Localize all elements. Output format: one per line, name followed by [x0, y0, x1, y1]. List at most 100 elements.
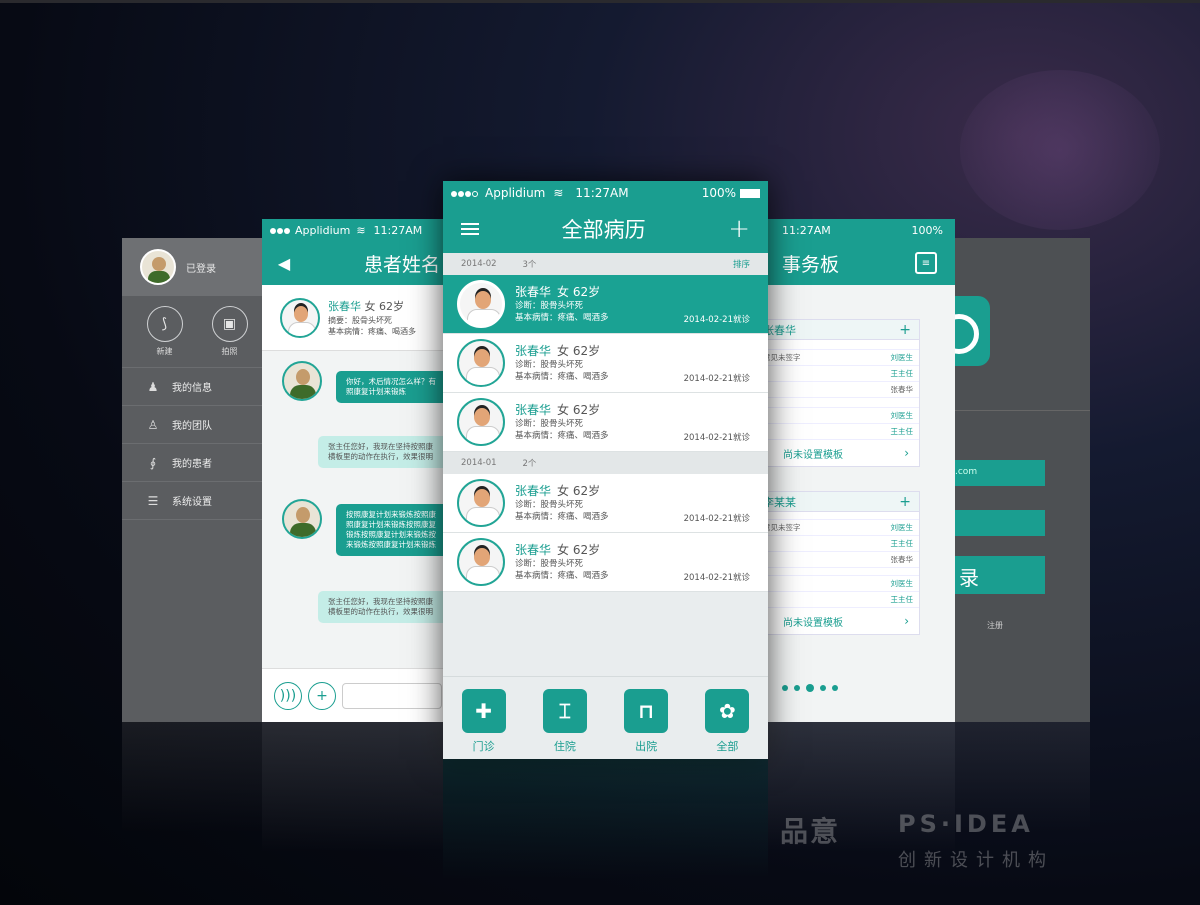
chat-screen: Applidium ≋ 11:27AM ◀ 患者姓名 张春华 女 62岁 摘要：… [262, 219, 452, 722]
doctor-avatar [282, 361, 322, 401]
user-icon: ♟ [147, 379, 159, 394]
background-glow [960, 70, 1160, 230]
photo-button[interactable]: ▣ 拍照 [211, 306, 248, 361]
status-bar: Applidium ≋ 11:27AM 100% [443, 181, 768, 205]
add-icon[interactable]: + [308, 681, 336, 710]
record-condition: 基本病情：疼痛、喝酒多 [515, 430, 609, 441]
chat-title: 患者姓名 [364, 253, 441, 276]
task-row-person: 王主任 [890, 427, 914, 436]
reflection [122, 722, 262, 832]
chat-input-bar: ))) + [262, 668, 452, 722]
task-row-person: 刘医生 [890, 579, 914, 588]
bottom-tab-bar: ✚ 门诊 ⌶ 住院 ⊓ 出院 ✿ 全部 [443, 676, 768, 759]
task-row-person: 刘医生 [890, 353, 914, 362]
watermark-logo: 品意 [780, 815, 841, 848]
bed-icon: ⊓ [624, 689, 669, 733]
section-date: 2014-01 [461, 458, 497, 468]
new-button[interactable]: ⟆ 新建 [146, 306, 183, 361]
camera-icon: ▣ [211, 306, 248, 342]
record-name: 张春华 [515, 403, 552, 417]
message-line: 来锻炼按照康复计划来锻炼 [346, 540, 436, 549]
section-count: 2个 [522, 459, 537, 469]
carrier: Applidium [295, 223, 351, 237]
message-out: 张主任您好，我现在坚持按照康 横板里的动作在执行，效果很明 [318, 591, 452, 623]
patient-summary: 摘要：股骨头坏死 [328, 315, 392, 325]
record-row[interactable]: 张春华女 62岁 诊断：股骨头坏死 基本病情：疼痛、喝酒多 2014-02-21… [443, 533, 768, 592]
username-field[interactable]: .com [945, 460, 1045, 486]
plus-icon[interactable]: + [899, 494, 911, 510]
page-indicator [782, 684, 844, 692]
quick-actions: ⟆ 新建 ▣ 拍照 [122, 296, 272, 368]
back-arrow-icon[interactable]: ◀ [262, 254, 306, 273]
login-button[interactable]: 录 [945, 556, 1045, 594]
clock: 11:27AM [782, 223, 831, 237]
password-field[interactable] [945, 510, 1045, 536]
record-row[interactable]: 张春华女 62岁 诊断：股骨头坏死 基本病情：疼痛、喝酒多 2014-02-21… [443, 275, 768, 334]
menu-my-team[interactable]: ♙ 我的团队 [122, 406, 272, 444]
tab-inpatient[interactable]: ⌶ 住院 [542, 689, 587, 759]
voice-icon[interactable]: ))) [274, 681, 302, 710]
section-header: 2014-01 2个 [443, 452, 768, 474]
record-date: 2014-02-21就诊 [683, 514, 750, 524]
tab-all[interactable]: ✿ 全部 [705, 689, 750, 759]
message-out: 张主任您好，我现在坚持按照康 横板里的动作在执行，效果很明 [318, 436, 452, 468]
message-in: 按照康复计划来锻炼按照康 照康复计划来锻炼按照康复 锻炼按照康复计划来锻炼按 来锻炼按… [336, 504, 452, 556]
message-input[interactable] [342, 682, 442, 709]
tab-discharged[interactable]: ⊓ 出院 [624, 689, 669, 759]
plus-icon[interactable]: + [899, 322, 911, 338]
photo-label: 拍照 [221, 347, 238, 356]
board-screen: 11:27AM 100% 事务板 ≡ 张春华 + 意见未签字 刘医生 王主任 张春华… [760, 219, 955, 722]
page-title: 全部病历 [561, 218, 646, 242]
register-link[interactable]: 注册 [987, 620, 1003, 631]
patient-name: 张春华 [328, 299, 361, 313]
sort-button[interactable]: 排序 [733, 258, 750, 270]
menu-label: 系统设置 [172, 497, 212, 508]
record-row[interactable]: 张春华女 62岁 诊断：股骨头坏死 基本病情：疼痛、喝酒多 2014-02-21… [443, 334, 768, 393]
record-name: 张春华 [515, 484, 552, 498]
record-row[interactable]: 张春华女 62岁 诊断：股骨头坏死 基本病情：疼痛、喝酒多 2014-02-21… [443, 474, 768, 533]
task-row-label: 意见未签字 [763, 523, 801, 532]
record-condition: 基本病情：疼痛、喝酒多 [515, 511, 609, 522]
template-link[interactable]: 尚未设置模板 [783, 446, 843, 461]
record-condition: 基本病情：疼痛、喝酒多 [515, 371, 609, 382]
new-label: 新建 [156, 347, 173, 356]
menu-settings[interactable]: ☰ 系统设置 [122, 482, 272, 520]
top-border [0, 0, 1200, 3]
record-diagnosis: 诊断：股骨头坏死 [515, 301, 584, 311]
wifi-icon: ≋ [553, 186, 564, 200]
tab-outpatient[interactable]: ✚ 门诊 [461, 689, 506, 759]
menu-my-info[interactable]: ♟ 我的信息 [122, 368, 272, 406]
record-date: 2014-02-21就诊 [683, 573, 750, 583]
record-diagnosis: 诊断：股骨头坏死 [515, 500, 584, 510]
message-line: 横板里的动作在执行，效果很明 [328, 452, 433, 461]
template-link[interactable]: 尚未设置模板 [783, 614, 843, 629]
message-line: 张主任您好，我现在坚持按照康 [328, 597, 433, 606]
patient-avatar [457, 398, 505, 446]
add-record-icon[interactable]: + [728, 214, 750, 244]
record-diagnosis: 诊断：股骨头坏死 [515, 559, 584, 569]
menu-my-patients[interactable]: ∮ 我的患者 [122, 444, 272, 482]
message-in: 你好，术后情况怎么样？有 照康复计划来锻炼 [336, 371, 452, 403]
record-diagnosis: 诊断：股骨头坏死 [515, 360, 584, 370]
status-bar: Applidium ≋ 11:27AM [262, 219, 452, 241]
list-add-icon[interactable]: ≡ [915, 252, 937, 274]
task-row-person: 王主任 [890, 595, 914, 604]
tab-label: 门诊 [472, 740, 495, 753]
task-row-person: 张春华 [890, 385, 914, 394]
menu-label: 我的信息 [172, 383, 212, 394]
chevron-right-icon: › [904, 446, 909, 460]
signal-icon [451, 186, 479, 200]
task-card[interactable]: 张春华 + 意见未签字 刘医生 王主任 张春华 刘医生 王主任 尚未设置模板 › [760, 319, 920, 467]
patient-card[interactable]: 张春华 女 62岁 摘要：股骨头坏死 基本病情：疼痛、喝酒多 [262, 285, 452, 351]
menu-label: 我的团队 [172, 421, 212, 432]
record-name: 张春华 [515, 543, 552, 557]
reflection [443, 759, 768, 879]
route-icon: ⟆ [146, 306, 183, 342]
patient-avatar [280, 297, 320, 338]
wifi-icon: ≋ [356, 223, 366, 237]
message-line: 按照康复计划来锻炼按照康 [346, 510, 436, 519]
hamburger-menu-icon[interactable] [461, 220, 479, 238]
record-row[interactable]: 张春华女 62岁 诊断：股骨头坏死 基本病情：疼痛、喝酒多 2014-02-21… [443, 393, 768, 452]
task-card[interactable]: 李某某 + 意见未签字 刘医生 王主任 张春华 刘医生 王主任 尚未设置模板 › [760, 491, 920, 635]
profile-header[interactable]: 已登录 [122, 238, 272, 296]
